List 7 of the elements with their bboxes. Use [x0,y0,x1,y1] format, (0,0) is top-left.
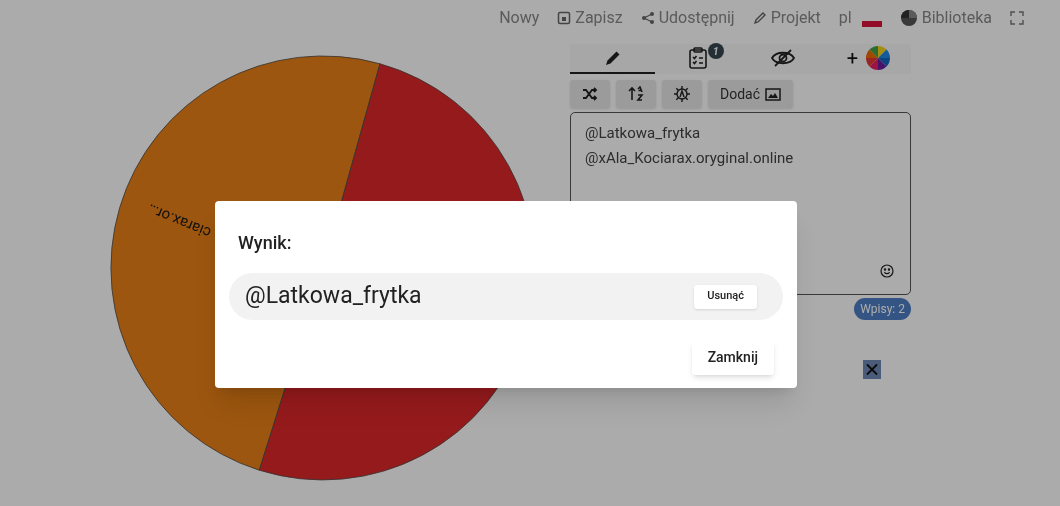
dialog-title: Wynik: [238,231,293,255]
entry-line: @xAla_Kociarax.oryginal.online [585,148,795,169]
entry-line: @Latkowa_frytka [585,123,702,144]
entries-count-badge: Wpisy: 2 [854,298,911,320]
result-text: @Latkowa_frytka [245,281,422,312]
count-badge: 1 [707,43,724,59]
plus-sign: + [846,45,859,72]
